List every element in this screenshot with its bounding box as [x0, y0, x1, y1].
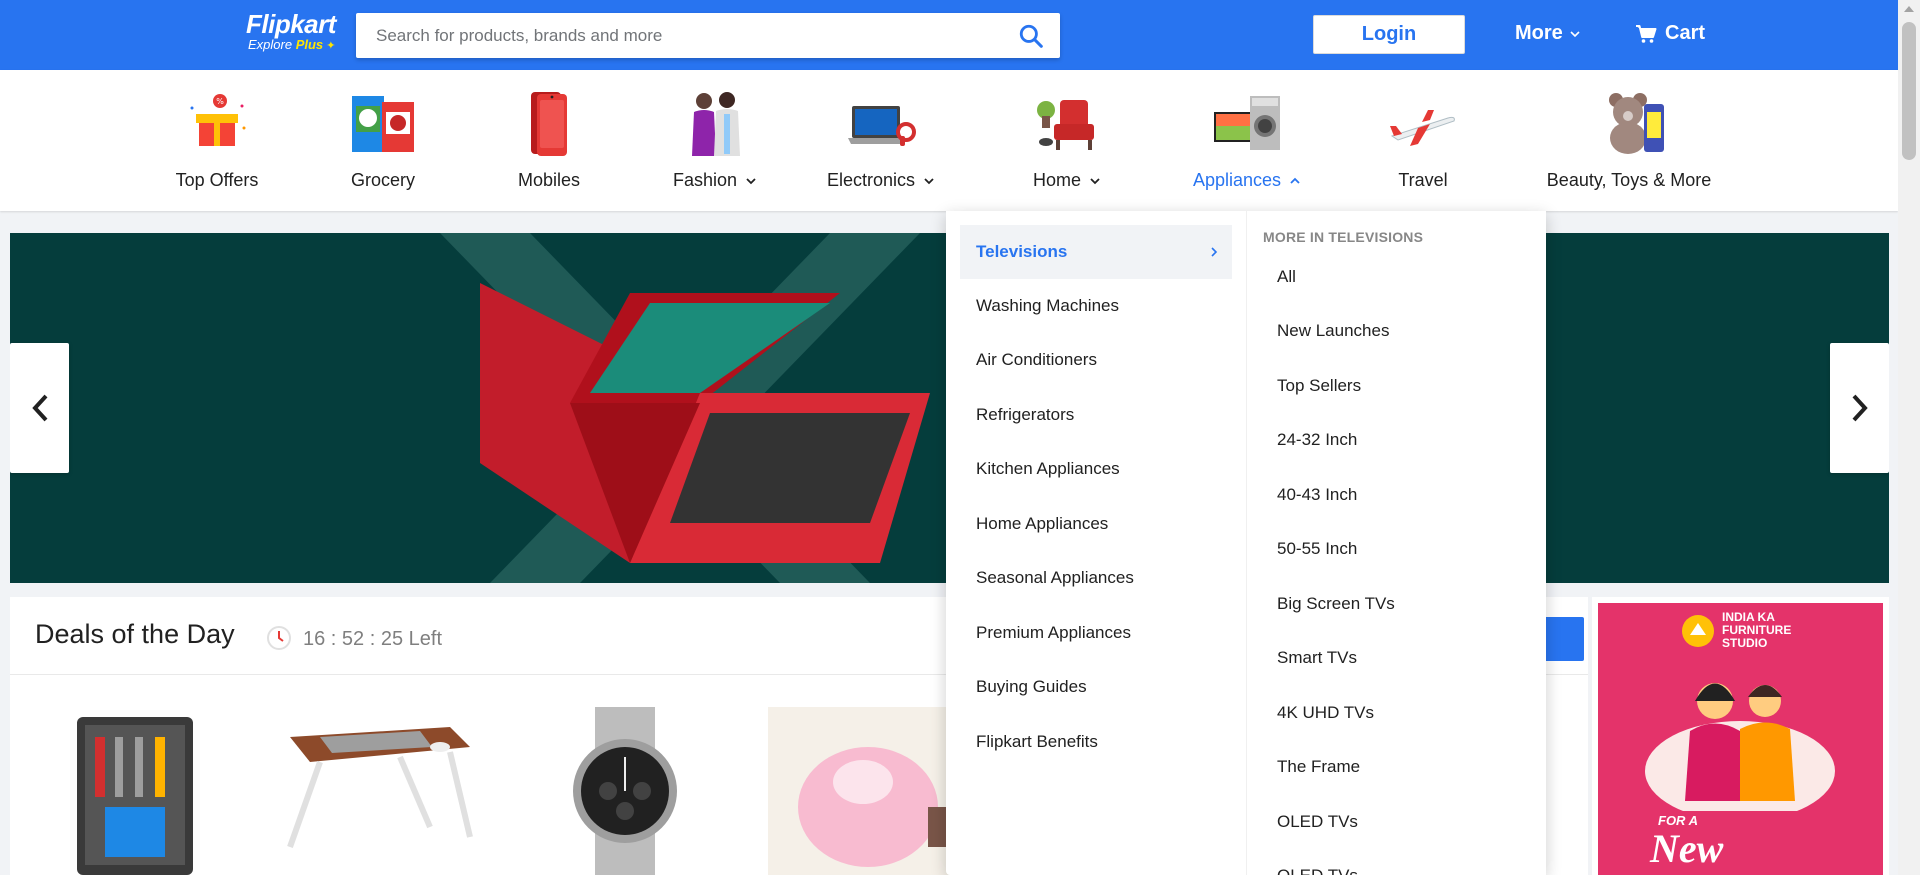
- category-label: Appliances: [1167, 170, 1327, 191]
- subcategory-50-55-inch[interactable]: 50-55 Inch: [1277, 539, 1357, 559]
- deals-title: Deals of the Day: [35, 619, 235, 649]
- category-label: Mobiles: [517, 170, 581, 190]
- chevron-down-icon: [924, 177, 934, 184]
- brand-name: Flipkart: [246, 9, 336, 39]
- category-label: Beauty, Toys & More: [1547, 170, 1713, 191]
- subcategory-all[interactable]: All: [1277, 267, 1296, 287]
- product-baby-wrap-image[interactable]: [768, 707, 956, 875]
- appliances-icon: [1214, 96, 1280, 150]
- view-all-button[interactable]: [1540, 617, 1584, 661]
- dropdown-item-washing-machines[interactable]: Washing Machines: [960, 279, 1232, 333]
- login-button[interactable]: Login: [1313, 15, 1465, 54]
- category-top-offers[interactable]: % Top Offers: [137, 70, 297, 211]
- svg-text:%: %: [216, 97, 224, 106]
- laptop-icon: [848, 106, 916, 146]
- chevron-down-icon: [1570, 30, 1580, 37]
- dropdown-item-premium-appliances[interactable]: Premium Appliances: [960, 606, 1232, 660]
- more-menu[interactable]: More: [1515, 22, 1581, 45]
- banner-next-button[interactable]: [1830, 343, 1889, 473]
- scroll-up-arrow[interactable]: [1904, 6, 1914, 12]
- category-label: Grocery: [350, 170, 415, 190]
- category-beauty-toys[interactable]: Beauty, Toys & More: [1547, 70, 1713, 211]
- category-home[interactable]: Home: [987, 70, 1147, 211]
- cart-icon: [1636, 24, 1657, 43]
- category-label: Top Offers: [175, 170, 259, 190]
- subcategory-big-screen-tvs[interactable]: Big Screen TVs: [1277, 594, 1395, 614]
- flipkart-logo[interactable]: Flipkart Explore Plus ✦: [246, 10, 336, 53]
- category-grocery[interactable]: Grocery: [303, 70, 463, 211]
- category-fashion[interactable]: Fashion: [635, 70, 795, 211]
- furniture-ad-banner: INDIA KA FURNITURE STUDIO FOR A New: [1598, 603, 1883, 875]
- gift-icon: %: [190, 94, 246, 146]
- plus-icon: ✦: [323, 40, 336, 52]
- search-icon[interactable]: [1018, 23, 1044, 49]
- category-label: Electronics: [801, 170, 961, 191]
- search-bar: [356, 13, 1060, 58]
- teddy-icon: [1609, 93, 1664, 154]
- subcategory-qled-tvs[interactable]: QLED TVs: [1277, 866, 1358, 875]
- dropdown-item-air-conditioners[interactable]: Air Conditioners: [960, 333, 1232, 387]
- subcategory-smart-tvs[interactable]: Smart TVs: [1277, 648, 1357, 668]
- deals-timer: 16 : 52 : 25 Left: [303, 628, 442, 650]
- subcategory-the-frame[interactable]: The Frame: [1277, 757, 1360, 777]
- product-tool-kit-image[interactable]: [65, 707, 205, 875]
- search-input[interactable]: [356, 13, 976, 58]
- couple-illustration: [1645, 683, 1835, 811]
- chevron-up-icon: [1290, 177, 1300, 184]
- banner-prev-button[interactable]: [10, 343, 69, 473]
- dropdown-categories: Televisions Washing Machines Air Conditi…: [946, 211, 1246, 875]
- subcategory-oled-tvs[interactable]: OLED TVs: [1277, 812, 1358, 832]
- dropdown-item-televisions[interactable]: Televisions: [960, 225, 1232, 279]
- appliances-dropdown: Televisions Washing Machines Air Conditi…: [946, 211, 1546, 875]
- dropdown-item-kitchen-appliances[interactable]: Kitchen Appliances: [960, 442, 1232, 496]
- category-label: Home: [987, 170, 1147, 191]
- category-label: Fashion: [635, 170, 795, 191]
- dropdown-item-flipkart-benefits[interactable]: Flipkart Benefits: [960, 715, 1232, 769]
- cart-link[interactable]: Cart: [1635, 22, 1705, 45]
- category-travel[interactable]: Travel: [1343, 70, 1503, 211]
- page-scrollbar[interactable]: [1898, 0, 1920, 875]
- armchair-icon: [1037, 100, 1094, 150]
- chevron-left-icon: [31, 394, 47, 422]
- product-watch-image[interactable]: [550, 707, 700, 875]
- subcategory-new-launches[interactable]: New Launches: [1277, 321, 1389, 341]
- product-laptop-table-image[interactable]: [280, 707, 480, 875]
- subcategory-40-43-inch[interactable]: 40-43 Inch: [1277, 485, 1357, 505]
- brand-tagline: Explore Plus ✦: [248, 37, 336, 53]
- cart-label: Cart: [1665, 22, 1706, 44]
- chevron-right-icon: [1852, 394, 1868, 422]
- subcategory-24-32-inch[interactable]: 24-32 Inch: [1277, 430, 1357, 450]
- scrollbar-thumb[interactable]: [1902, 22, 1916, 160]
- chevron-down-icon: [1090, 177, 1100, 184]
- category-electronics[interactable]: Electronics: [801, 70, 961, 211]
- dropdown-subcategories: MORE IN TELEVISIONS All New Launches Top…: [1246, 211, 1546, 875]
- top-header: Flipkart Explore Plus ✦ Login More Cart: [0, 0, 1898, 70]
- furniture-studio-icon: [1682, 615, 1714, 647]
- more-label: More: [1515, 22, 1563, 44]
- category-appliances[interactable]: Appliances: [1167, 70, 1327, 211]
- dropdown-item-refrigerators[interactable]: Refrigerators: [960, 388, 1232, 442]
- ad-tagline-big: New: [1650, 826, 1724, 871]
- fashion-icon: [692, 92, 740, 156]
- mobile-icon: [531, 92, 567, 156]
- chevron-right-icon: [1211, 247, 1218, 257]
- dropdown-item-seasonal-appliances[interactable]: Seasonal Appliances: [960, 551, 1232, 605]
- furniture-ad[interactable]: INDIA KA FURNITURE STUDIO FOR A New: [1592, 597, 1889, 875]
- subcategory-4k-uhd-tvs[interactable]: 4K UHD TVs: [1277, 703, 1374, 723]
- clock-icon: [267, 626, 291, 650]
- dropdown-item-home-appliances[interactable]: Home Appliances: [960, 497, 1232, 551]
- subcategory-heading: MORE IN TELEVISIONS: [1263, 229, 1424, 245]
- chevron-down-icon: [746, 177, 756, 184]
- subcategory-top-sellers[interactable]: Top Sellers: [1277, 376, 1361, 396]
- category-mobiles[interactable]: Mobiles: [469, 70, 629, 211]
- category-label: Travel: [1398, 170, 1448, 190]
- grocery-icon: [352, 96, 414, 152]
- airplane-icon: [1390, 110, 1455, 146]
- category-bar: % Top Offers Grocery Mobiles Fashion Ele…: [0, 70, 1898, 211]
- ad-heading: INDIA KA FURNITURE STUDIO: [1722, 610, 1792, 650]
- dropdown-item-buying-guides[interactable]: Buying Guides: [960, 660, 1232, 714]
